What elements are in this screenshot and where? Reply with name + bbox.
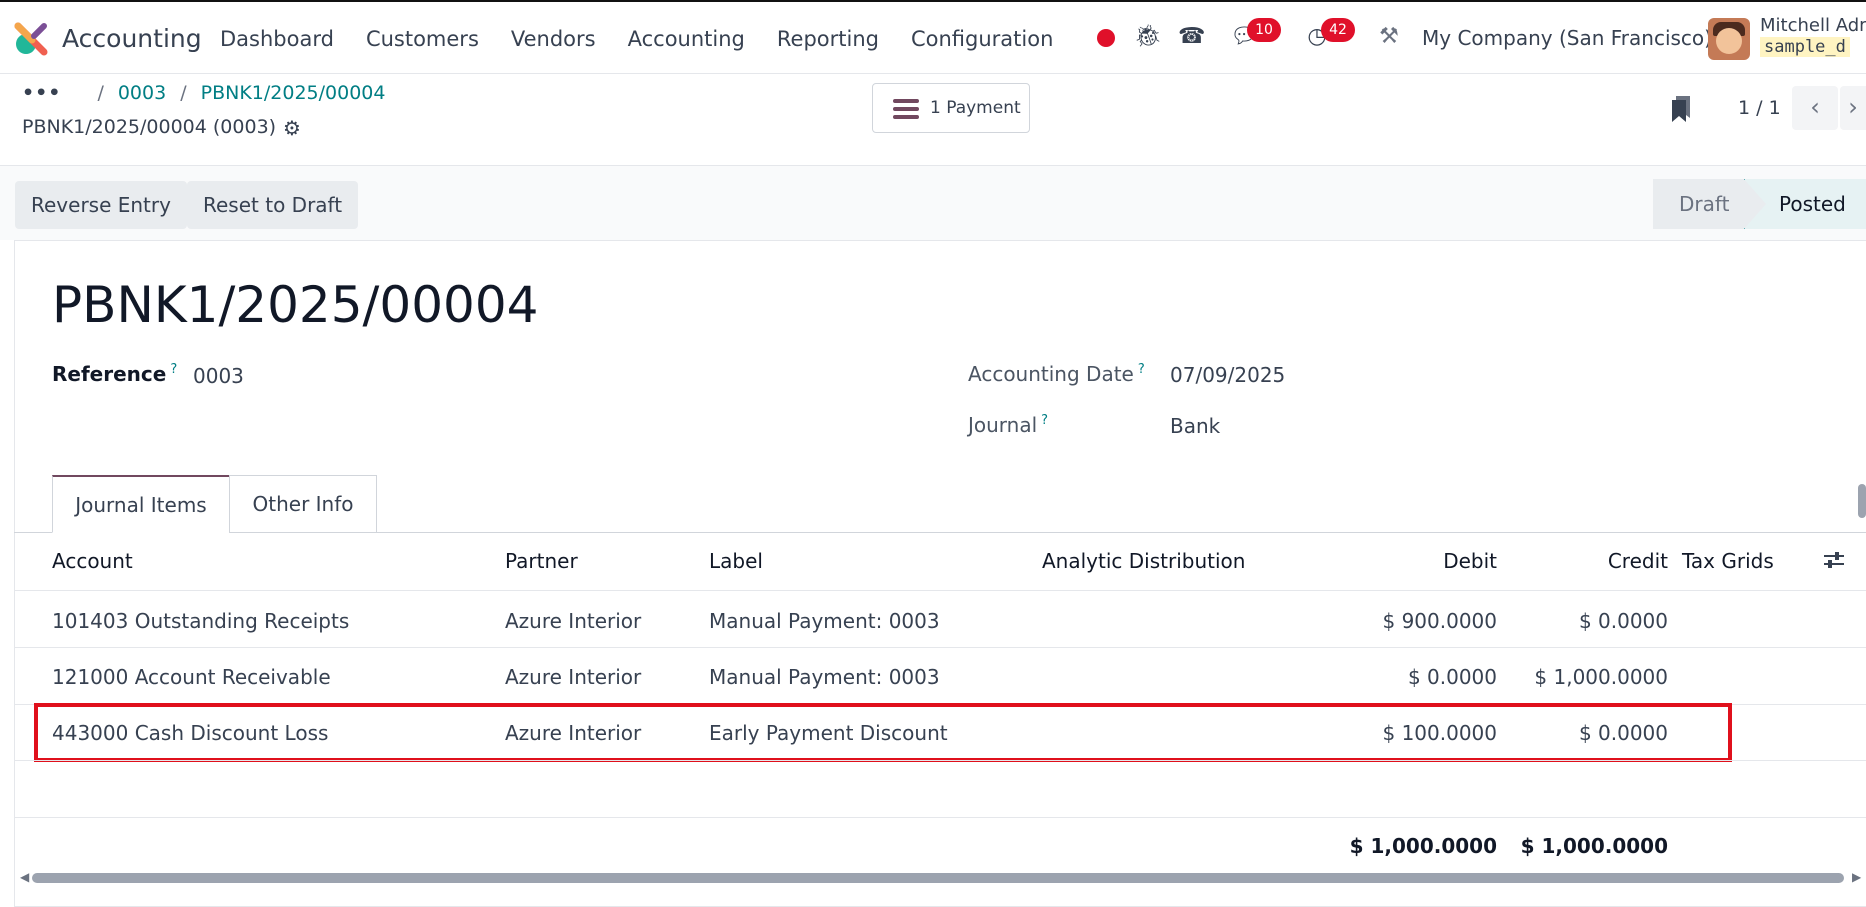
row-1-partner[interactable]: Azure Interior [505, 609, 641, 633]
reverse-entry-button[interactable]: Reverse Entry [15, 181, 187, 229]
tab-journal-items[interactable]: Journal Items [52, 475, 230, 533]
journal-label: Journal? [968, 413, 1049, 437]
breadcrumb-ellipsis[interactable]: ••• [22, 82, 61, 104]
column-analytic-distribution[interactable]: Analytic Distribution [1042, 549, 1245, 573]
bars-icon [893, 99, 919, 119]
activity-badge: 42 [1321, 18, 1355, 42]
chat-badge: 10 [1247, 18, 1281, 42]
database-name: sample_d [1760, 37, 1850, 57]
total-debit: $ 1,000.0000 [1349, 834, 1497, 858]
menu-configuration[interactable]: Configuration [911, 27, 1053, 51]
menu-reporting[interactable]: Reporting [777, 27, 879, 51]
menu-accounting[interactable]: Accounting [628, 27, 745, 51]
row-divider [14, 590, 1866, 591]
row-2-debit[interactable]: $ 0.0000 [1340, 665, 1497, 689]
gear-icon[interactable]: ⚙ [283, 116, 301, 140]
user-name[interactable]: Mitchell Adm [1760, 15, 1866, 36]
accounting-date-label: Accounting Date? [968, 362, 1145, 386]
row-1-account[interactable]: 101403 Outstanding Receipts [52, 609, 349, 633]
accounting-date-field[interactable]: 07/09/2025 [1170, 363, 1285, 387]
top-navbar: Accounting Dashboard Customers Vendors A… [0, 0, 1866, 74]
breadcrumb: ••• / 0003 / PBNK1/2025/00004 [22, 82, 385, 104]
menu-dashboard[interactable]: Dashboard [220, 27, 334, 51]
menu-vendors[interactable]: Vendors [511, 27, 596, 51]
recording-dot-icon[interactable] [1097, 29, 1115, 47]
status-bar: Reverse Entry Reset to Draft Draft Poste… [0, 165, 1866, 240]
column-credit[interactable]: Credit [1510, 549, 1668, 573]
row-divider [14, 817, 1866, 818]
column-label[interactable]: Label [709, 549, 763, 573]
column-debit[interactable]: Debit [1340, 549, 1497, 573]
form-sheet [14, 240, 1866, 907]
journal-field[interactable]: Bank [1170, 414, 1220, 438]
scroll-left-arrow-icon[interactable]: ◀ [20, 870, 29, 884]
reference-field[interactable]: 0003 [193, 364, 244, 388]
breadcrumb-separator: / [180, 82, 187, 104]
column-account[interactable]: Account [52, 549, 133, 573]
row-1-label[interactable]: Manual Payment: 0003 [709, 609, 940, 633]
accounting-app-icon[interactable] [14, 22, 48, 56]
payment-smart-button[interactable]: 1 Payment [872, 83, 1030, 133]
record-title: PBNK1/2025/00004 (0003) [22, 116, 277, 138]
phone-icon[interactable]: ☎ [1178, 24, 1205, 50]
breadcrumb-item-0003[interactable]: 0003 [118, 82, 166, 104]
app-name[interactable]: Accounting [62, 24, 202, 53]
breadcrumb-separator: / [97, 82, 104, 104]
company-switcher[interactable]: My Company (San Francisco) [1422, 26, 1712, 50]
row-divider [14, 760, 1866, 761]
main-menu: Dashboard Customers Vendors Accounting R… [220, 27, 1085, 51]
payment-smart-button-label: 1 Payment [930, 98, 1021, 118]
row-2-credit[interactable]: $ 1,000.0000 [1510, 665, 1668, 689]
row-1-credit[interactable]: $ 0.0000 [1510, 609, 1668, 633]
row-divider [14, 647, 1866, 648]
entry-name: PBNK1/2025/00004 [52, 276, 539, 334]
pager-previous-button[interactable]: ‹ [1792, 86, 1838, 130]
debug-bug-icon[interactable]: 🐞︎ [1134, 24, 1162, 50]
vertical-scrollbar[interactable] [1858, 484, 1866, 518]
tools-icon[interactable]: ⚒ [1376, 24, 1402, 50]
row-1-debit[interactable]: $ 900.0000 [1340, 609, 1497, 633]
bookmark-icon[interactable] [1672, 96, 1690, 122]
row-2-account[interactable]: 121000 Account Receivable [52, 665, 331, 689]
tab-other-info[interactable]: Other Info [229, 475, 377, 533]
help-icon[interactable]: ? [170, 362, 177, 377]
total-credit: $ 1,000.0000 [1520, 834, 1668, 858]
column-tax-grids[interactable]: Tax Grids [1682, 549, 1774, 573]
user-avatar[interactable] [1708, 18, 1750, 60]
scroll-right-arrow-icon[interactable]: ▶ [1852, 870, 1861, 884]
row-2-label[interactable]: Manual Payment: 0003 [709, 665, 940, 689]
reference-label: Reference? [52, 362, 178, 386]
row-2-partner[interactable]: Azure Interior [505, 665, 641, 689]
breadcrumb-item-entry[interactable]: PBNK1/2025/00004 [201, 82, 386, 104]
pager-value[interactable]: 1 / 1 [1738, 97, 1781, 119]
menu-customers[interactable]: Customers [366, 27, 479, 51]
column-settings-icon[interactable] [1822, 549, 1846, 571]
help-icon[interactable]: ? [1138, 362, 1145, 377]
pager-next-button[interactable]: › [1840, 86, 1866, 130]
column-partner[interactable]: Partner [505, 549, 578, 573]
horizontal-scrollbar[interactable] [32, 873, 1844, 883]
reset-to-draft-button[interactable]: Reset to Draft [187, 181, 359, 229]
help-icon[interactable]: ? [1041, 413, 1048, 428]
highlight-box [34, 703, 1732, 762]
